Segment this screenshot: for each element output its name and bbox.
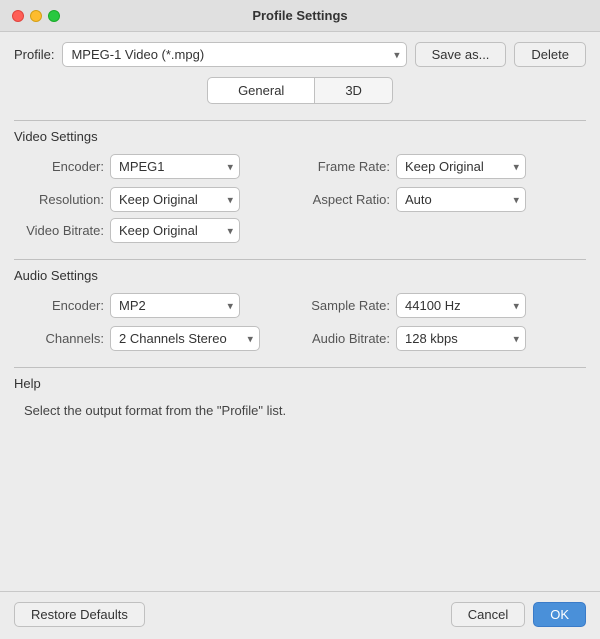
minimize-button[interactable] bbox=[30, 10, 42, 22]
sample-rate-select[interactable]: 44100 Hz 48000 Hz 22050 Hz bbox=[396, 293, 526, 318]
video-bitrate-label: Video Bitrate: bbox=[24, 223, 104, 238]
sample-rate-row: Sample Rate: 44100 Hz 48000 Hz 22050 Hz bbox=[310, 293, 576, 318]
maximize-button[interactable] bbox=[48, 10, 60, 22]
video-bitrate-row: Video Bitrate: Keep Original 1000 kbps 2… bbox=[14, 218, 586, 243]
audio-divider bbox=[14, 259, 586, 260]
help-title: Help bbox=[14, 376, 586, 391]
audio-bitrate-row: Audio Bitrate: 128 kbps 192 kbps 256 kbp… bbox=[310, 326, 576, 351]
audio-bitrate-label: Audio Bitrate: bbox=[310, 331, 390, 346]
title-bar: Profile Settings bbox=[0, 0, 600, 32]
window-title: Profile Settings bbox=[252, 8, 347, 23]
frame-rate-row: Frame Rate: Keep Original 24 fps 30 fps bbox=[310, 154, 576, 179]
audio-settings-title: Audio Settings bbox=[14, 268, 586, 283]
channels-select-wrapper: 2 Channels Stereo 1 Channel Mono bbox=[110, 326, 260, 351]
aspect-ratio-select-wrapper: Auto 4:3 16:9 bbox=[396, 187, 526, 212]
tab-general[interactable]: General bbox=[207, 77, 314, 104]
audio-encoder-select-wrapper: MP2 MP3 AAC bbox=[110, 293, 240, 318]
close-button[interactable] bbox=[12, 10, 24, 22]
resolution-label: Resolution: bbox=[24, 192, 104, 207]
profile-row: Profile: MPEG-1 Video (*.mpg) MPEG-2 Vid… bbox=[14, 42, 586, 67]
frame-rate-select[interactable]: Keep Original 24 fps 30 fps bbox=[396, 154, 526, 179]
help-section: Help Select the output format from the "… bbox=[14, 361, 586, 421]
audio-bitrate-select-wrapper: 128 kbps 192 kbps 256 kbps bbox=[396, 326, 526, 351]
video-bitrate-select[interactable]: Keep Original 1000 kbps 2000 kbps bbox=[110, 218, 240, 243]
frame-rate-label: Frame Rate: bbox=[310, 159, 390, 174]
delete-button[interactable]: Delete bbox=[514, 42, 586, 67]
help-divider bbox=[14, 367, 586, 368]
footer-right-buttons: Cancel OK bbox=[451, 602, 586, 627]
footer: Restore Defaults Cancel OK bbox=[0, 591, 600, 639]
profile-select-wrapper: MPEG-1 Video (*.mpg) MPEG-2 Video AVI MP… bbox=[62, 42, 406, 67]
audio-encoder-label: Encoder: bbox=[24, 298, 104, 313]
video-bitrate-select-wrapper: Keep Original 1000 kbps 2000 kbps bbox=[110, 218, 240, 243]
main-content: Profile: MPEG-1 Video (*.mpg) MPEG-2 Vid… bbox=[0, 32, 600, 591]
resolution-row: Resolution: Keep Original 720x480 1280x7… bbox=[24, 187, 290, 212]
aspect-ratio-row: Aspect Ratio: Auto 4:3 16:9 bbox=[310, 187, 576, 212]
ok-button[interactable]: OK bbox=[533, 602, 586, 627]
resolution-select-wrapper: Keep Original 720x480 1280x720 bbox=[110, 187, 240, 212]
tab-3d[interactable]: 3D bbox=[314, 77, 393, 104]
encoder-label: Encoder: bbox=[24, 159, 104, 174]
audio-settings-grid: Encoder: MP2 MP3 AAC Sample Rate: 44100 … bbox=[14, 293, 586, 351]
help-text: Select the output format from the "Profi… bbox=[14, 401, 586, 421]
cancel-button[interactable]: Cancel bbox=[451, 602, 525, 627]
frame-rate-select-wrapper: Keep Original 24 fps 30 fps bbox=[396, 154, 526, 179]
encoder-select-wrapper: MPEG1 MPEG2 bbox=[110, 154, 240, 179]
profile-select-container: MPEG-1 Video (*.mpg) MPEG-2 Video AVI MP… bbox=[62, 42, 406, 67]
traffic-lights bbox=[12, 10, 60, 22]
resolution-select[interactable]: Keep Original 720x480 1280x720 bbox=[110, 187, 240, 212]
channels-row: Channels: 2 Channels Stereo 1 Channel Mo… bbox=[24, 326, 290, 351]
audio-bitrate-select[interactable]: 128 kbps 192 kbps 256 kbps bbox=[396, 326, 526, 351]
channels-label: Channels: bbox=[24, 331, 104, 346]
video-divider bbox=[14, 120, 586, 121]
video-settings-grid: Encoder: MPEG1 MPEG2 Frame Rate: Keep Or… bbox=[14, 154, 586, 212]
aspect-ratio-label: Aspect Ratio: bbox=[310, 192, 390, 207]
restore-defaults-button[interactable]: Restore Defaults bbox=[14, 602, 145, 627]
save-as-button[interactable]: Save as... bbox=[415, 42, 507, 67]
video-settings-title: Video Settings bbox=[14, 129, 586, 144]
profile-select[interactable]: MPEG-1 Video (*.mpg) MPEG-2 Video AVI MP… bbox=[62, 42, 406, 67]
sample-rate-select-wrapper: 44100 Hz 48000 Hz 22050 Hz bbox=[396, 293, 526, 318]
video-settings-section: Video Settings Encoder: MPEG1 MPEG2 Fram… bbox=[14, 114, 586, 243]
audio-encoder-row: Encoder: MP2 MP3 AAC bbox=[24, 293, 290, 318]
audio-encoder-select[interactable]: MP2 MP3 AAC bbox=[110, 293, 240, 318]
profile-label: Profile: bbox=[14, 47, 54, 62]
sample-rate-label: Sample Rate: bbox=[310, 298, 390, 313]
audio-settings-section: Audio Settings Encoder: MP2 MP3 AAC Samp… bbox=[14, 253, 586, 351]
encoder-select[interactable]: MPEG1 MPEG2 bbox=[110, 154, 240, 179]
aspect-ratio-select[interactable]: Auto 4:3 16:9 bbox=[396, 187, 526, 212]
channels-select[interactable]: 2 Channels Stereo 1 Channel Mono bbox=[110, 326, 260, 351]
encoder-row: Encoder: MPEG1 MPEG2 bbox=[24, 154, 290, 179]
tabs-row: General 3D bbox=[14, 77, 586, 104]
